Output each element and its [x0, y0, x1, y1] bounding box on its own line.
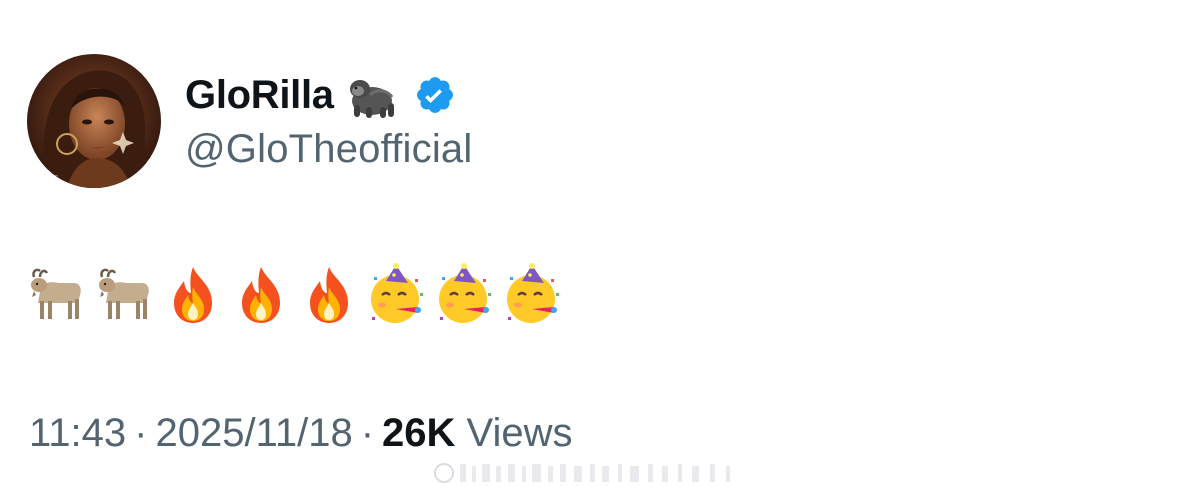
goat-icon: [99, 268, 149, 319]
meta-separator: ·: [360, 411, 375, 455]
user-names: GloRilla @GloTheofficial: [185, 68, 472, 174]
verified-badge-icon[interactable]: [414, 74, 456, 116]
goat-icon: [31, 268, 81, 319]
name-row: GloRilla: [185, 68, 472, 122]
display-name[interactable]: GloRilla: [185, 68, 334, 122]
svg-text:IOUS: IOUS: [33, 173, 59, 185]
tweet-meta: 11:43 · 2025/11/18 · 26K Views: [29, 406, 573, 460]
views-label: Views: [466, 411, 573, 455]
fire-icon: [242, 267, 280, 323]
partying-face-icon: [371, 263, 423, 323]
gorilla-icon: [349, 80, 394, 118]
meta-separator: ·: [134, 411, 148, 455]
tweet-text: 🐐🐐🔥🔥🔥🥳🥳🥳: [28, 262, 572, 326]
tweet-time[interactable]: 11:43: [29, 411, 126, 455]
partying-face-icon: [507, 263, 559, 323]
avatar[interactable]: IOUS: [27, 54, 161, 188]
user-handle[interactable]: @GloTheofficial: [185, 124, 472, 174]
fire-icon: [174, 267, 212, 323]
tweet-date[interactable]: 2025/11/18: [155, 411, 352, 455]
fire-icon: [310, 267, 348, 323]
views-count: 26K: [382, 411, 456, 455]
tweet-card: IOUS GloRilla @GloTheofficial 11:43 · 20…: [0, 0, 1179, 502]
partying-face-icon: [439, 263, 491, 323]
watermark-logo: [432, 460, 750, 486]
tweet-header: IOUS GloRilla @GloTheofficial: [27, 54, 472, 188]
